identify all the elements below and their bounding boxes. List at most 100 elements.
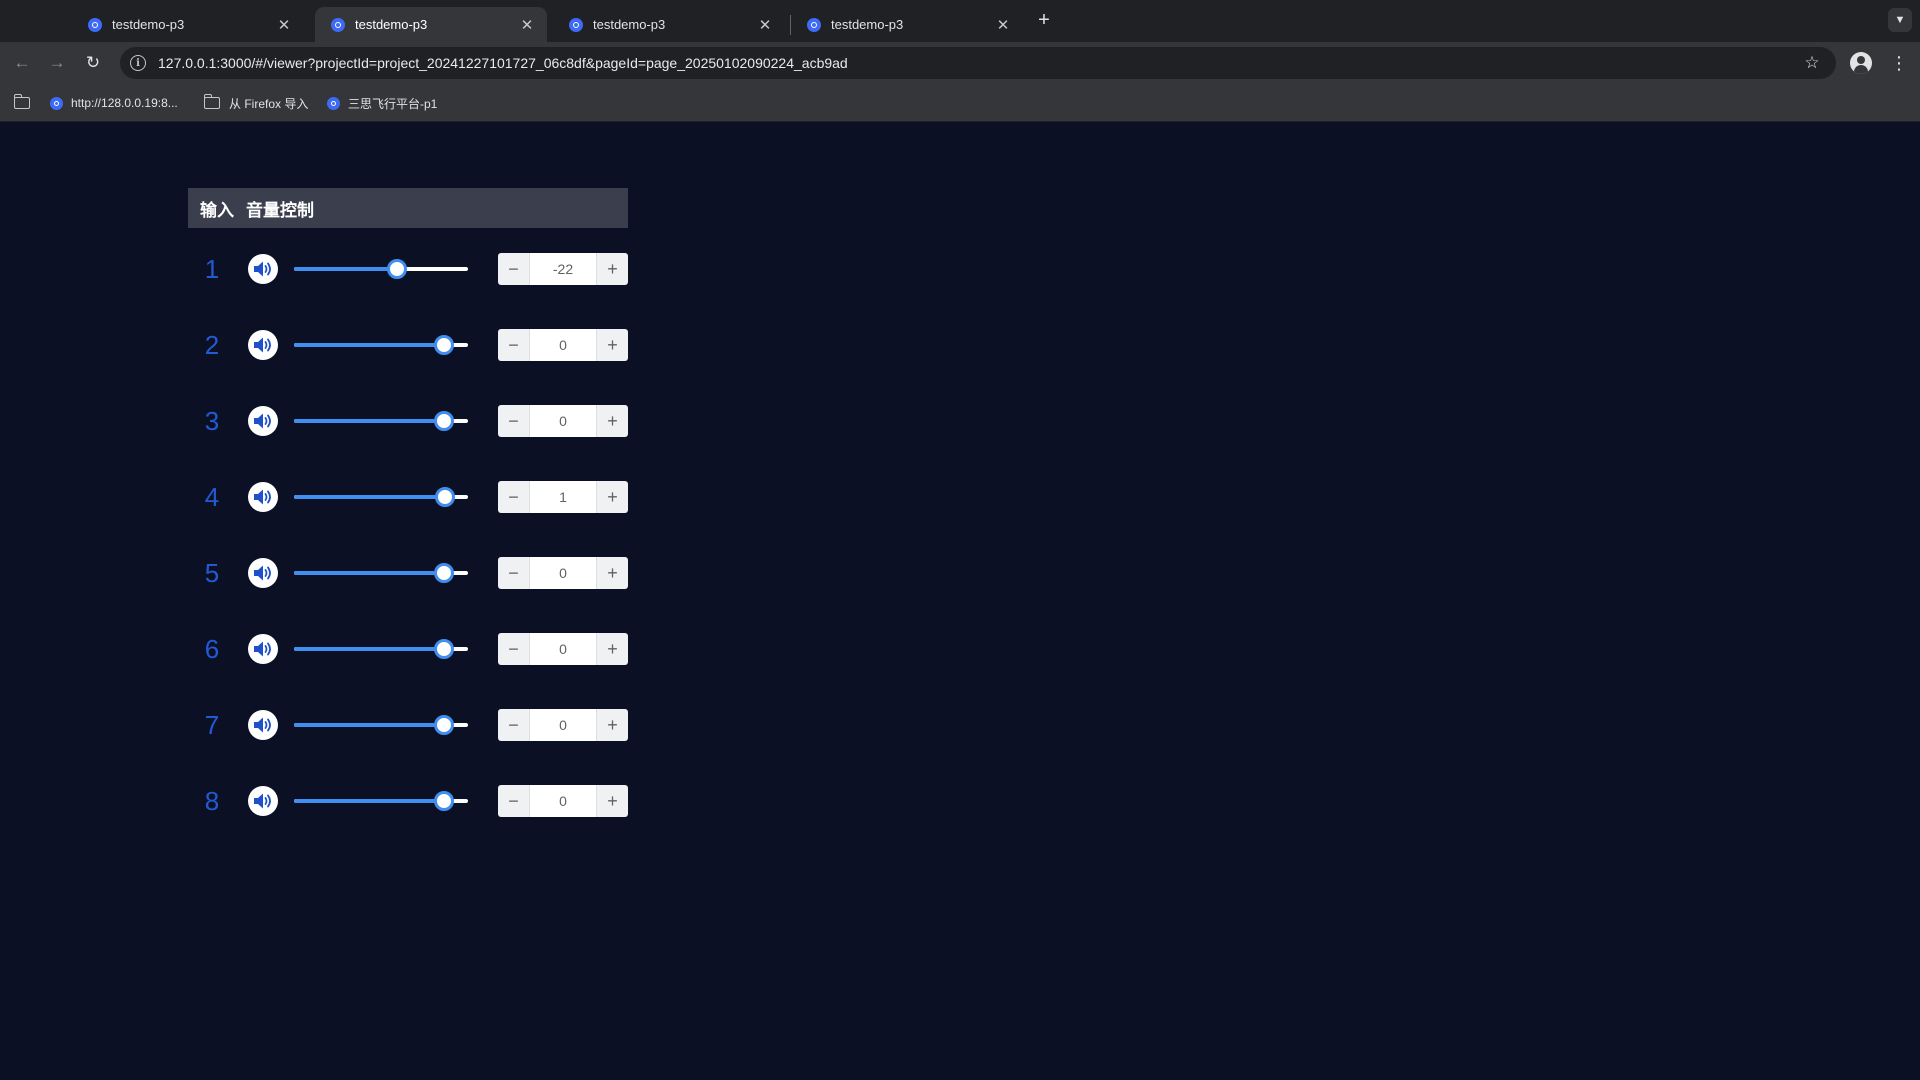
- slider-thumb[interactable]: [434, 335, 454, 355]
- decrement-button[interactable]: −: [498, 785, 530, 817]
- slider-fill: [294, 647, 444, 651]
- tab-search-chevron-down-icon[interactable]: ▼: [1888, 8, 1912, 32]
- browser-tab[interactable]: testdemo-p3 ✕: [553, 7, 785, 42]
- globe-icon: [50, 96, 63, 110]
- browser-tab[interactable]: testdemo-p3 ✕: [72, 7, 304, 42]
- volume-slider[interactable]: [294, 715, 468, 735]
- volume-stepper: − 1 +: [498, 481, 628, 513]
- increment-button[interactable]: +: [596, 253, 628, 285]
- channel-number: 6: [204, 634, 220, 664]
- volume-slider[interactable]: [294, 563, 468, 583]
- decrement-button[interactable]: −: [498, 481, 530, 513]
- slider-fill: [294, 799, 444, 803]
- decrement-button[interactable]: −: [498, 557, 530, 589]
- tab-title: testdemo-p3: [593, 17, 666, 32]
- channel-number: 8: [204, 786, 220, 816]
- channel-number: 2: [204, 330, 220, 360]
- bookmark-item[interactable]: http://128.0.0.19:8...: [50, 93, 178, 113]
- reload-icon[interactable]: ↻: [82, 52, 104, 74]
- forward-arrow-icon[interactable]: →: [46, 52, 68, 74]
- site-favicon-icon: [569, 17, 583, 32]
- browser-tab-active[interactable]: testdemo-p3 ✕: [315, 7, 547, 42]
- volume-slider[interactable]: [294, 487, 468, 507]
- profile-avatar-icon[interactable]: [1850, 52, 1872, 74]
- volume-slider[interactable]: [294, 259, 468, 279]
- slider-fill: [294, 419, 444, 423]
- slider-thumb[interactable]: [434, 411, 454, 431]
- speaker-volume-icon[interactable]: [248, 634, 278, 664]
- volume-slider[interactable]: [294, 335, 468, 355]
- slider-fill: [294, 571, 444, 575]
- site-favicon-icon: [88, 17, 102, 32]
- more-menu-icon[interactable]: ⋮: [1888, 52, 1910, 74]
- bookmarks-bar: http://128.0.0.19:8... 从 Firefox 导入 三思飞行…: [0, 84, 1920, 122]
- volume-value-input[interactable]: -22: [530, 253, 596, 285]
- speaker-volume-icon[interactable]: [248, 254, 278, 284]
- site-favicon-icon: [331, 17, 345, 32]
- channel-row-2: 2 − 0 +: [188, 328, 628, 362]
- bookmark-star-icon[interactable]: ☆: [1802, 53, 1822, 73]
- tab-title: testdemo-p3: [831, 17, 904, 32]
- channel-row-8: 8 − 0 +: [188, 784, 628, 818]
- volume-stepper: − 0 +: [498, 633, 628, 665]
- speaker-volume-icon[interactable]: [248, 558, 278, 588]
- speaker-volume-icon[interactable]: [248, 406, 278, 436]
- channel-number: 4: [204, 482, 220, 512]
- slider-thumb[interactable]: [435, 487, 455, 507]
- slider-fill: [294, 267, 397, 271]
- slider-thumb[interactable]: [434, 715, 454, 735]
- increment-button[interactable]: +: [596, 557, 628, 589]
- speaker-volume-icon[interactable]: [248, 482, 278, 512]
- channel-number: 1: [204, 254, 220, 284]
- volume-slider[interactable]: [294, 791, 468, 811]
- volume-value-input[interactable]: 0: [530, 633, 596, 665]
- bookmarks-folder-icon[interactable]: [13, 93, 39, 113]
- site-info-icon[interactable]: i: [130, 55, 146, 71]
- speaker-volume-icon[interactable]: [248, 330, 278, 360]
- increment-button[interactable]: +: [596, 709, 628, 741]
- slider-thumb[interactable]: [434, 639, 454, 659]
- volume-value-input[interactable]: 0: [530, 329, 596, 361]
- slider-thumb[interactable]: [387, 259, 407, 279]
- decrement-button[interactable]: −: [498, 633, 530, 665]
- address-bar[interactable]: i 127.0.0.1:3000/#/viewer?projectId=proj…: [120, 47, 1836, 79]
- back-arrow-icon[interactable]: ←: [11, 52, 33, 74]
- speaker-volume-icon[interactable]: [248, 710, 278, 740]
- channel-number: 5: [204, 558, 220, 588]
- volume-slider[interactable]: [294, 639, 468, 659]
- slider-thumb[interactable]: [434, 791, 454, 811]
- bookmark-folder-item[interactable]: 从 Firefox 导入: [203, 93, 308, 113]
- slider-thumb[interactable]: [434, 563, 454, 583]
- decrement-button[interactable]: −: [498, 329, 530, 361]
- volume-value-input[interactable]: 1: [530, 481, 596, 513]
- increment-button[interactable]: +: [596, 481, 628, 513]
- volume-slider[interactable]: [294, 411, 468, 431]
- new-tab-button[interactable]: +: [1034, 10, 1054, 30]
- browser-tab[interactable]: testdemo-p3 ✕: [791, 7, 1023, 42]
- bookmark-label: 三思飞行平台-p1: [348, 96, 438, 111]
- increment-button[interactable]: +: [596, 633, 628, 665]
- folder-icon: [13, 94, 30, 109]
- close-tab-icon[interactable]: ✕: [755, 15, 775, 35]
- increment-button[interactable]: +: [596, 785, 628, 817]
- channel-row-1: 1 − -22 +: [188, 252, 628, 286]
- volume-value-input[interactable]: 0: [530, 709, 596, 741]
- increment-button[interactable]: +: [596, 329, 628, 361]
- channel-row-5: 5 − 0 +: [188, 556, 628, 590]
- volume-value-input[interactable]: 0: [530, 785, 596, 817]
- globe-icon: [327, 96, 340, 110]
- increment-button[interactable]: +: [596, 405, 628, 437]
- speaker-volume-icon[interactable]: [248, 786, 278, 816]
- decrement-button[interactable]: −: [498, 253, 530, 285]
- url-text[interactable]: 127.0.0.1:3000/#/viewer?projectId=projec…: [158, 55, 1802, 71]
- close-tab-icon[interactable]: ✕: [274, 15, 294, 35]
- decrement-button[interactable]: −: [498, 709, 530, 741]
- decrement-button[interactable]: −: [498, 405, 530, 437]
- tab-title: testdemo-p3: [355, 17, 428, 32]
- close-tab-icon[interactable]: ✕: [517, 15, 537, 35]
- panel-subtitle: 音量控制: [246, 200, 314, 220]
- volume-value-input[interactable]: 0: [530, 405, 596, 437]
- close-tab-icon[interactable]: ✕: [993, 15, 1013, 35]
- bookmark-item[interactable]: 三思飞行平台-p1: [327, 93, 437, 113]
- volume-value-input[interactable]: 0: [530, 557, 596, 589]
